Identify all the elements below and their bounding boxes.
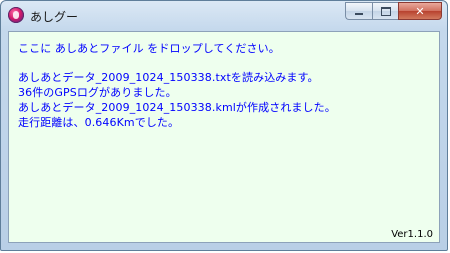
version-label: Ver1.1.0 (391, 229, 433, 240)
minimize-icon (355, 13, 363, 15)
log-line: 36件のGPSログがありました。 (18, 86, 177, 99)
instruction-text: ここに あしあとファイル をドロップしてください。 (18, 42, 280, 55)
minimize-button[interactable] (345, 2, 372, 20)
title-bar[interactable]: あしグー ✕ (1, 1, 447, 31)
window-title: あしグー (30, 10, 79, 24)
maximize-icon (380, 6, 391, 16)
app-window: あしグー ✕ ここに あしあとファイル をドロップしてください。 あしあとデータ… (0, 0, 448, 251)
close-button[interactable]: ✕ (398, 2, 442, 20)
close-icon: ✕ (415, 4, 425, 18)
maximize-button[interactable] (372, 2, 398, 20)
log-line: あしあとデータ_2009_1024_150338.txtを読み込みます。 (18, 71, 319, 84)
drop-area[interactable]: ここに あしあとファイル をドロップしてください。 あしあとデータ_2009_1… (8, 31, 440, 243)
app-logo-icon[interactable] (8, 7, 24, 23)
log-line: あしあとデータ_2009_1024_150338.kmlが作成されました。 (18, 101, 336, 114)
caption-buttons: ✕ (345, 2, 442, 21)
log-line: 走行距離は、0.646Kmでした。 (18, 116, 180, 129)
